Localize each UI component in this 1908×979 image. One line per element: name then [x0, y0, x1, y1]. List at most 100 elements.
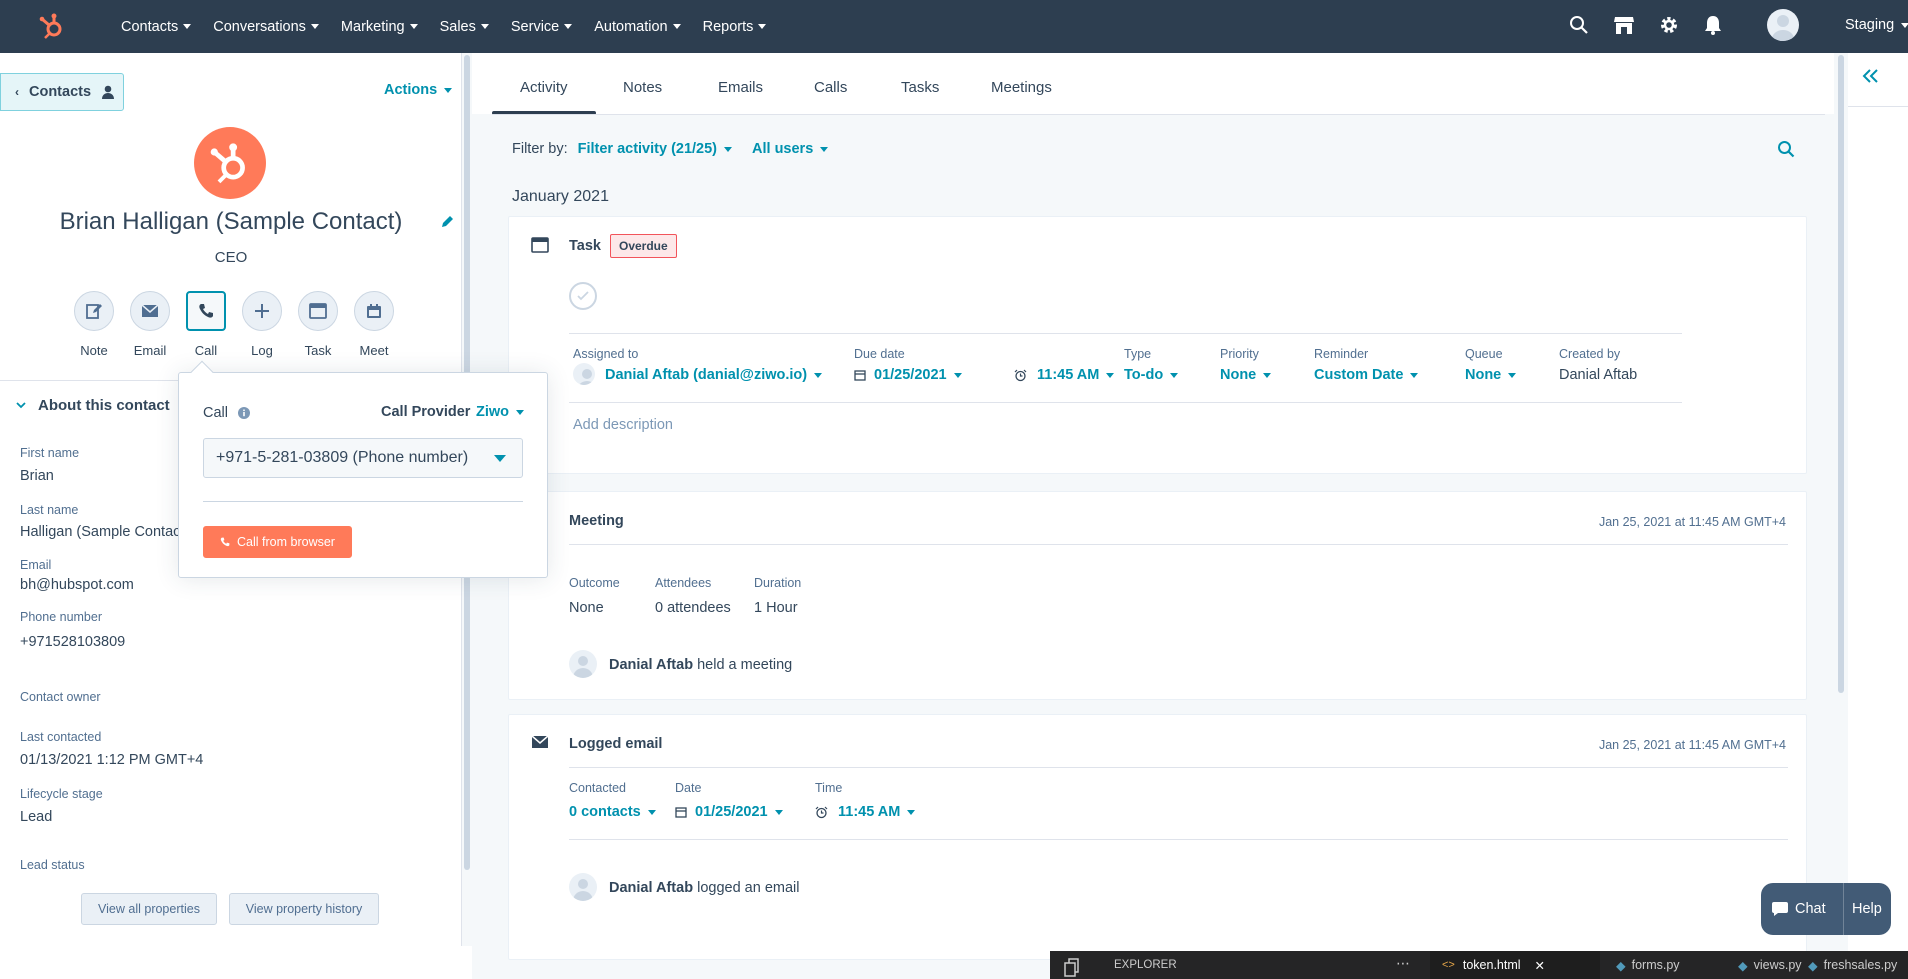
filter-users-dropdown[interactable]: All users: [752, 141, 829, 157]
field-value: Danial Aftab: [1559, 367, 1638, 383]
nav-sales[interactable]: Sales: [440, 19, 489, 35]
type-dropdown[interactable]: To-do: [1124, 367, 1179, 383]
tab-label: token.html: [1462, 958, 1521, 972]
bell-icon[interactable]: [1704, 15, 1722, 35]
nav-contacts[interactable]: Contacts: [121, 18, 192, 35]
assigned-to-dropdown[interactable]: Danial Aftab (danial@ziwo.io): [605, 367, 823, 383]
filter-bar: Filter by: Filter activity (21/25) All u…: [512, 141, 829, 157]
reminder-dropdown[interactable]: Custom Date: [1314, 367, 1419, 383]
editor-tab-freshsales-py[interactable]: ◆ freshsales.py: [1808, 951, 1897, 979]
activity-timeline: Activity Notes Emails Calls Tasks Meetin…: [472, 53, 1834, 979]
nav-service[interactable]: Service: [511, 19, 573, 35]
field-label: Assigned to: [573, 347, 639, 361]
contacted-dropdown[interactable]: 0 contacts: [569, 804, 656, 820]
tab-meetings[interactable]: Meetings: [991, 79, 1052, 96]
view-property-history-button[interactable]: View property history: [229, 893, 379, 925]
field-value: To-do: [1124, 367, 1164, 383]
priority-dropdown[interactable]: None: [1220, 367, 1272, 383]
editor-tab-forms-py[interactable]: ◆ forms.py: [1616, 951, 1680, 979]
chevron-down-icon: [409, 24, 418, 29]
add-description-field[interactable]: Add description: [573, 417, 673, 433]
email-date-dropdown[interactable]: 01/25/2021: [675, 804, 783, 820]
divider: [569, 333, 1682, 334]
queue-dropdown[interactable]: None: [1465, 367, 1517, 383]
tab-activity[interactable]: Activity: [520, 79, 568, 96]
about-section-toggle[interactable]: About this contact: [16, 397, 170, 414]
field-label: Date: [675, 781, 702, 795]
timeline-scrollbar[interactable]: [1834, 53, 1848, 979]
account-menu[interactable]: Staging: [1845, 17, 1908, 33]
call-provider-label: Call Provider: [381, 404, 471, 420]
action-text: held a meeting: [697, 657, 793, 673]
pencil-icon[interactable]: [440, 215, 454, 229]
tab-notes[interactable]: Notes: [623, 79, 662, 96]
chevron-down-icon: [1106, 372, 1115, 378]
field-label: Reminder: [1314, 347, 1369, 361]
caret-down-icon: [494, 455, 506, 462]
property-value[interactable]: bh@hubspot.com: [20, 577, 134, 593]
back-to-contacts-button[interactable]: ‹ Contacts: [0, 73, 124, 111]
contact-job-title: CEO: [214, 249, 248, 266]
view-all-properties-button[interactable]: View all properties: [81, 893, 217, 925]
help-button[interactable]: Help: [1844, 901, 1882, 917]
calendar-icon: [854, 369, 866, 381]
task-icon: [298, 291, 338, 331]
due-date-dropdown[interactable]: 01/25/2021: [854, 367, 962, 383]
calendar-icon: [675, 806, 687, 818]
nav-label: Contacts: [121, 18, 179, 35]
call-action-button[interactable]: Call: [176, 291, 236, 358]
editor-tab-views-py[interactable]: ◆ views.py: [1738, 951, 1802, 979]
account-avatar[interactable]: [1767, 9, 1799, 41]
chevron-down-icon: [774, 809, 783, 815]
note-action-button[interactable]: Note: [64, 291, 124, 358]
editor-tab-token-html[interactable]: <> token.html ✕: [1430, 951, 1600, 979]
gear-icon[interactable]: [1659, 15, 1679, 35]
files-icon[interactable]: [1062, 957, 1082, 977]
email-action-button[interactable]: Email: [120, 291, 180, 358]
complete-task-checkbox[interactable]: [569, 282, 597, 310]
marketplace-icon[interactable]: [1613, 15, 1635, 35]
field-label: Queue: [1465, 347, 1503, 361]
nav-reports[interactable]: Reports: [703, 19, 767, 35]
actions-label: Actions: [384, 82, 438, 98]
phone-number-select[interactable]: +971-5-281-03809 (Phone number): [203, 438, 523, 478]
search-icon[interactable]: [1777, 140, 1795, 158]
field-value: Danial Aftab (danial@ziwo.io): [605, 367, 808, 383]
property-value[interactable]: +971528103809: [20, 634, 125, 650]
more-icon[interactable]: ⋯: [1396, 955, 1410, 972]
actor-name[interactable]: Danial Aftab: [609, 657, 693, 673]
scrollbar-thumb[interactable]: [1838, 55, 1844, 693]
field-value: Custom Date: [1314, 367, 1404, 383]
phone-number-value: +971-5-281-03809 (Phone number): [216, 449, 469, 466]
property-value[interactable]: Halligan (Sample Contact): [20, 524, 189, 540]
tab-emails[interactable]: Emails: [718, 79, 763, 96]
meet-action-button[interactable]: Meet: [344, 291, 404, 358]
nav-automation[interactable]: Automation: [594, 19, 681, 35]
property-value[interactable]: 01/13/2021 1:12 PM GMT+4: [20, 752, 203, 768]
chat-button[interactable]: Chat: [1761, 901, 1843, 917]
actions-dropdown[interactable]: Actions: [384, 82, 453, 98]
action-label: Meet: [359, 343, 389, 358]
due-time-dropdown[interactable]: 11:45 AM: [1014, 367, 1115, 383]
phone-icon: [186, 291, 226, 331]
call-from-browser-button[interactable]: Call from browser: [203, 526, 352, 558]
tab-tasks[interactable]: Tasks: [901, 79, 939, 96]
email-time-dropdown[interactable]: 11:45 AM: [815, 804, 916, 820]
search-icon[interactable]: [1569, 15, 1589, 35]
call-provider-dropdown[interactable]: Ziwo: [476, 404, 525, 420]
actor-name[interactable]: Danial Aftab: [609, 880, 693, 896]
filter-activity-dropdown[interactable]: Filter activity (21/25): [578, 141, 733, 157]
info-icon[interactable]: [237, 407, 250, 419]
task-action-button[interactable]: Task: [288, 291, 348, 358]
property-value[interactable]: Brian: [20, 468, 54, 484]
close-icon[interactable]: ✕: [1535, 958, 1545, 973]
nav-marketing[interactable]: Marketing: [341, 19, 418, 35]
property-value[interactable]: Lead: [20, 809, 52, 825]
field-value: 11:45 AM: [838, 804, 901, 820]
log-action-button[interactable]: Log: [232, 291, 292, 358]
tab-calls[interactable]: Calls: [814, 79, 847, 96]
double-chevron-left-icon[interactable]: [1862, 68, 1880, 84]
nav-conversations[interactable]: Conversations: [213, 19, 319, 35]
property-label: Email: [20, 558, 52, 572]
hubspot-logo-icon[interactable]: [38, 12, 66, 40]
